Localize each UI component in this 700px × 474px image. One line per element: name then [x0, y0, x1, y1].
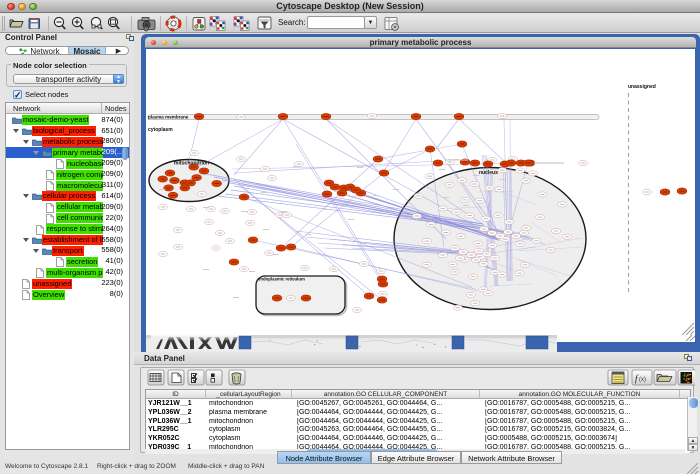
svg-text:nucleus: nucleus [479, 170, 498, 176]
svg-text:endoplasmic reticulum: endoplasmic reticulum [258, 277, 305, 282]
svg-text:unassigned: unassigned [628, 84, 656, 90]
svg-text:plasma membrane: plasma membrane [148, 115, 189, 120]
svg-text:(x): (x) [639, 377, 646, 383]
svg-text:cytoplasm: cytoplasm [148, 127, 173, 133]
svg-text:mitochondrion: mitochondrion [174, 161, 209, 167]
